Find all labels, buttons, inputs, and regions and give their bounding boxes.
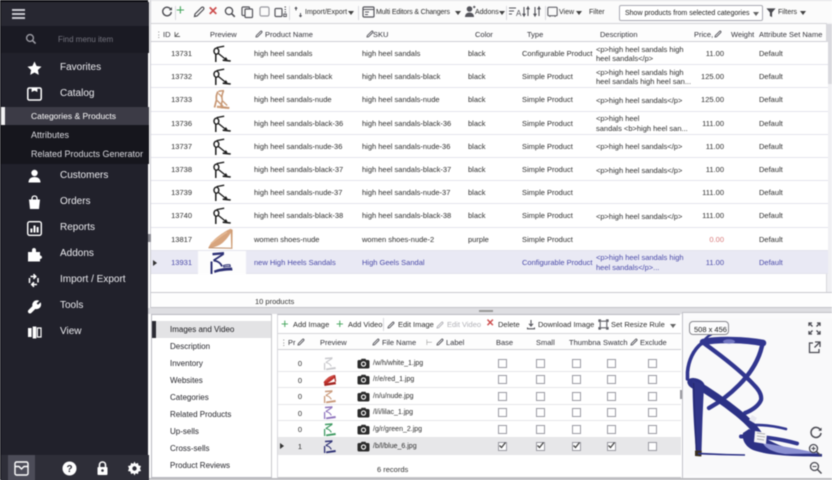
svg-text:?: ?	[66, 464, 72, 475]
